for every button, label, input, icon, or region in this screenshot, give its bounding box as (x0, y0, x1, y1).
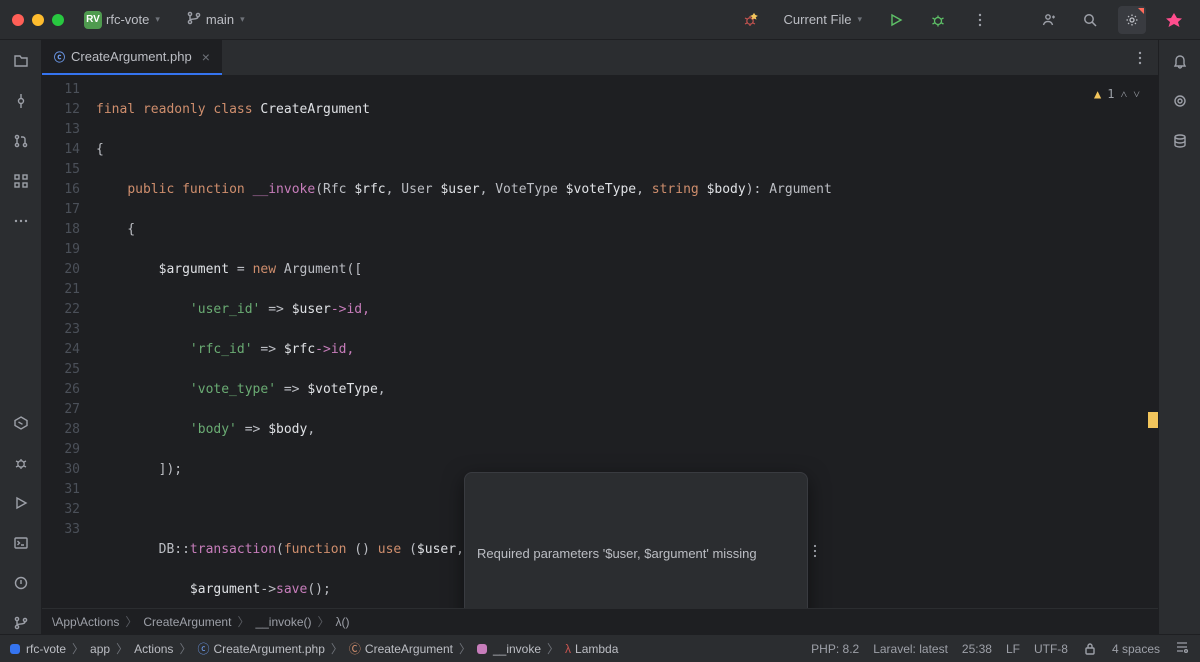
editor-tabs: ⓒ CreateArgument.php × (42, 40, 1158, 76)
notifications-icon[interactable] (1169, 50, 1191, 72)
status-readonly-icon[interactable] (1082, 641, 1098, 657)
nav-item[interactable]: rfc-vote (10, 642, 66, 656)
chevron-down-icon: ▾ (155, 14, 160, 25)
more-actions-icon[interactable] (966, 6, 994, 34)
project-tool-icon[interactable] (10, 50, 32, 72)
chevron-down-icon: ▾ (857, 14, 862, 25)
vcs-branch-selector[interactable]: main ▾ (180, 6, 251, 33)
code-editor[interactable]: ▲ 1 ˄ ˅ 11121314151617181920212223242526… (42, 76, 1158, 608)
run-button[interactable] (882, 6, 910, 34)
status-laravel[interactable]: Laravel: latest (873, 642, 948, 656)
titlebar: RV rfc-vote ▾ main ▾ Current File ▾ (0, 0, 1200, 40)
right-tool-strip (1158, 40, 1200, 634)
tooltip-more-icon[interactable] (757, 523, 824, 585)
nav-item[interactable]: __invoke (477, 642, 541, 656)
search-icon[interactable] (1076, 6, 1104, 34)
status-caret-pos[interactable]: 25:38 (962, 642, 992, 656)
navigation-bar: rfc-vote〉 app〉 Actions〉 ⓒ CreateArgument… (0, 634, 1200, 662)
nav-item[interactable]: λ Lambda (565, 642, 618, 656)
nav-item[interactable]: Actions (134, 642, 173, 656)
status-line-sep[interactable]: LF (1006, 642, 1020, 656)
nav-item[interactable]: Ⓒ CreateArgument (349, 640, 453, 657)
branch-icon (186, 10, 202, 29)
project-badge-icon: RV (84, 11, 102, 29)
structure-tool-icon[interactable] (10, 170, 32, 192)
code-with-me-icon[interactable] (1034, 6, 1062, 34)
nav-item[interactable]: app (90, 642, 110, 656)
problems-tool-icon[interactable] (10, 572, 32, 594)
breadcrumb-item[interactable]: λ() (336, 615, 350, 629)
close-window[interactable] (12, 14, 24, 26)
terminal-tool-icon[interactable] (10, 532, 32, 554)
database-tool-icon[interactable] (1169, 130, 1191, 152)
services-tool-icon[interactable] (10, 412, 32, 434)
tooltip-message: Required parameters '$user, $argument' m… (477, 544, 757, 564)
more-tools-icon[interactable] (10, 210, 32, 232)
debug-button[interactable] (924, 6, 952, 34)
status-php[interactable]: PHP: 8.2 (811, 642, 859, 656)
tab-createargument[interactable]: ⓒ CreateArgument.php × (42, 40, 222, 75)
status-encoding[interactable]: UTF-8 (1034, 642, 1068, 656)
minimize-window[interactable] (32, 14, 44, 26)
line-number-gutter: 1112131415161718192021222324252627282930… (42, 76, 90, 608)
project-name: rfc-vote (106, 12, 149, 27)
left-tool-strip (0, 40, 42, 634)
run-tool-icon[interactable] (10, 492, 32, 514)
status-editorconfig-icon[interactable] (1174, 639, 1190, 658)
jetbrains-ai-icon[interactable] (1160, 6, 1188, 34)
breadcrumb-item[interactable]: \App\Actions (52, 615, 119, 629)
project-selector[interactable]: RV rfc-vote ▾ (78, 7, 166, 33)
breadcrumbs: \App\Actions 〉 CreateArgument 〉 __invoke… (42, 608, 1158, 634)
nav-item[interactable]: ⓒ CreateArgument.php (197, 640, 324, 657)
breadcrumb-item[interactable]: __invoke() (255, 615, 311, 629)
php-file-icon: ⓒ (54, 49, 65, 65)
close-tab-icon[interactable]: × (202, 49, 210, 65)
breadcrumb-item[interactable]: CreateArgument (143, 615, 231, 629)
commit-tool-icon[interactable] (10, 90, 32, 112)
branch-name: main (206, 12, 234, 27)
code-source[interactable]: final readonly class CreateArgument { pu… (90, 76, 1158, 608)
ai-assistant-icon[interactable] (1169, 90, 1191, 112)
maximize-window[interactable] (52, 14, 64, 26)
tab-more-icon[interactable] (1122, 40, 1158, 75)
chevron-down-icon: ▾ (240, 14, 245, 25)
settings-icon[interactable] (1118, 6, 1146, 34)
debug-tool-icon[interactable] (10, 452, 32, 474)
editor-area: ⓒ CreateArgument.php × ▲ 1 ˄ ˅ 111213141… (42, 40, 1158, 634)
vcs-tool-icon[interactable] (10, 612, 32, 634)
run-config-label: Current File (784, 12, 852, 27)
run-config-selector[interactable]: Current File ▾ (778, 8, 868, 31)
pull-requests-icon[interactable] (10, 130, 32, 152)
window-controls (12, 14, 64, 26)
inspection-tooltip: Required parameters '$user, $argument' m… (464, 472, 808, 608)
ai-bug-icon[interactable] (736, 6, 764, 34)
status-indent[interactable]: 4 spaces (1112, 642, 1160, 656)
tab-filename: CreateArgument.php (71, 49, 192, 64)
